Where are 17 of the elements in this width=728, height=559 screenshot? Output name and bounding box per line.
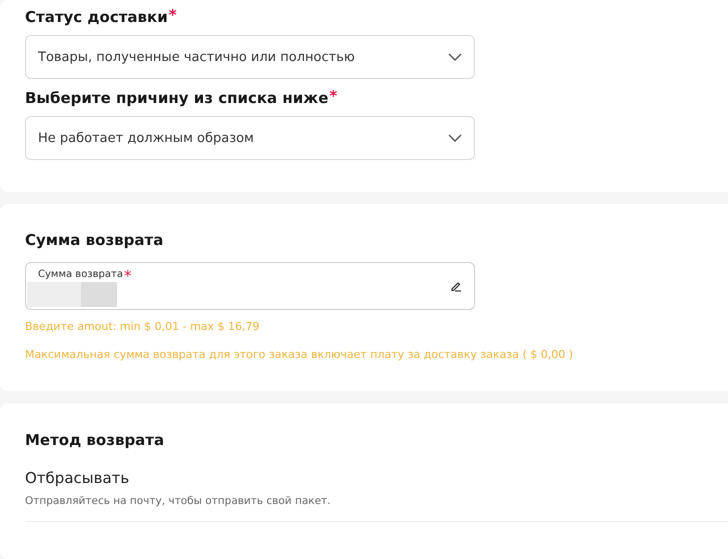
field-label: Сумма возврата [38, 268, 123, 282]
note-text: Максимальная сумма возврата для этого заказа включает плату за доставку заказа ( $ 0,00 ) [25, 348, 574, 361]
chevron-down-icon [448, 134, 462, 142]
hint-text: Введите amout: min $ 0,01 - max $ 16,79 [25, 320, 261, 333]
required-mark: * [329, 89, 338, 104]
chevron-down-icon [448, 53, 462, 61]
field-label: Статус доставки [25, 8, 168, 26]
section-title: Сумма возврата [25, 230, 164, 249]
required-mark: * [124, 268, 132, 284]
section-title: Метод возврата [25, 431, 166, 450]
delivery-status-select[interactable]: Товары, полученные частично или полностью [25, 35, 475, 79]
field-label: Выберите причину из списка ниже [25, 89, 328, 107]
option-title: Отбрасывать [25, 469, 130, 488]
option-description: Отправляйтесь на почту, чтобы отправить свой пакет. [25, 495, 332, 508]
reason-select[interactable]: Не работает должным образом [25, 116, 475, 160]
required-mark: * [168, 8, 177, 23]
pencil-icon [450, 280, 462, 292]
